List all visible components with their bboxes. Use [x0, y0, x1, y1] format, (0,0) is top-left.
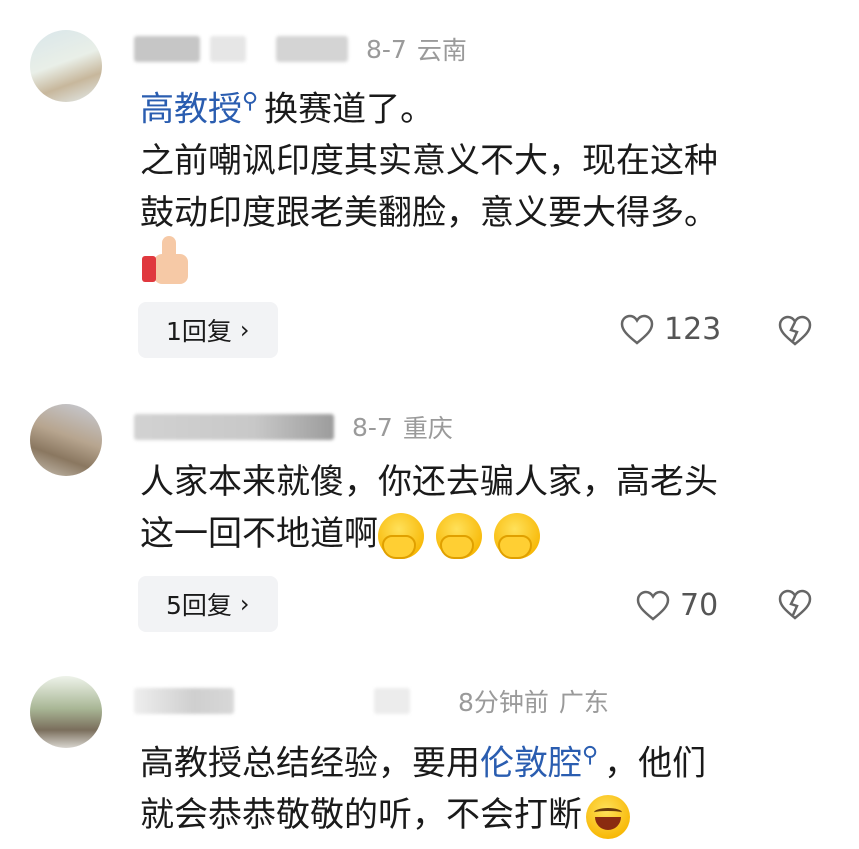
comment-meta: 8-7 重庆 [134, 410, 453, 444]
comment-line: ，他们 [604, 743, 707, 784]
view-replies-button[interactable]: 5回复 › [138, 576, 278, 632]
comment-line: 人家本来就傻，你还去骗人家，高老头 [140, 462, 718, 502]
comment-text: 高教授总结经验，要用伦敦腔⚲ ，他们 就会恭恭敬敬的听，不会打断 [140, 730, 820, 841]
comment-date: 8-7 [366, 34, 407, 64]
view-replies-button[interactable]: 1回复 › [138, 302, 278, 358]
reply-count: 1回复 [166, 317, 232, 346]
comment-date: 8-7 [352, 412, 393, 442]
comment-meta: 8分钟前 广东 [134, 684, 609, 718]
like-count: 123 [664, 312, 722, 347]
avatar[interactable] [30, 676, 102, 748]
comment-date: 8分钟前 [458, 688, 549, 717]
username-redacted[interactable] [134, 688, 234, 714]
heart-icon [620, 314, 654, 345]
username-redacted [374, 688, 410, 714]
mention-link[interactable]: 伦敦腔 [480, 743, 582, 783]
comment-location: 广东 [558, 688, 609, 717]
username-redacted[interactable] [134, 414, 334, 440]
comment-text: 高教授⚲ 换赛道了。 之前嘲讽印度其实意义不大，现在这种 鼓动印度跟老美翻脸，意义… [140, 76, 820, 239]
face-with-hand-over-mouth-emoji-icon [378, 512, 424, 559]
comment-line: 这一回不地道啊 [140, 514, 378, 554]
thumbs-up-emoji-icon [142, 236, 192, 286]
comment-line: 之前嘲讽印度其实意义不大，现在这种 [140, 141, 718, 182]
like-button[interactable]: 123 [620, 312, 721, 347]
like-count: 70 [680, 588, 719, 623]
comment-location: 云南 [416, 36, 467, 65]
comment-line: 就会恭恭敬敬的听，不会打断 [140, 795, 582, 836]
face-with-hand-over-mouth-emoji-icon [436, 512, 482, 559]
broken-heart-icon[interactable] [778, 314, 812, 348]
username-redacted [210, 36, 246, 62]
like-button[interactable]: 70 [636, 588, 718, 623]
broken-heart-icon[interactable] [778, 588, 812, 622]
mention-link[interactable]: 高教授 [140, 89, 242, 129]
username-redacted[interactable] [134, 36, 200, 62]
comment-line: 鼓动印度跟老美翻脸，意义要大得多。 [140, 193, 718, 234]
chevron-right-icon: › [239, 590, 250, 618]
grinning-squinting-face-emoji-icon [586, 794, 630, 839]
search-icon[interactable]: ⚲ [582, 743, 598, 768]
chevron-right-icon: › [239, 316, 250, 344]
comment-line: 换赛道了。 [264, 89, 435, 130]
username-redacted [276, 36, 348, 62]
comment-meta: 8-7 云南 [134, 32, 467, 66]
comment-line: 高教授总结经验，要用 [140, 743, 480, 784]
avatar[interactable] [30, 30, 102, 102]
avatar[interactable] [30, 404, 102, 476]
face-with-hand-over-mouth-emoji-icon [494, 512, 540, 559]
heart-icon [636, 590, 670, 621]
comment-location: 重庆 [402, 414, 453, 443]
reply-count: 5回复 [166, 591, 232, 620]
search-icon[interactable]: ⚲ [242, 89, 258, 114]
comment-text: 人家本来就傻，你还去骗人家，高老头 这一回不地道啊 [140, 456, 820, 560]
